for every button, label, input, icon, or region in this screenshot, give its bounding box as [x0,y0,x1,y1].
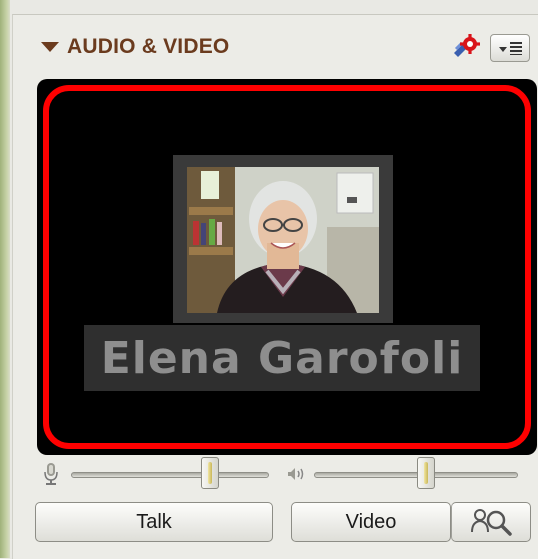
window-edge [0,0,10,558]
collapse-icon[interactable] [41,42,59,52]
participant-name: Elena Garofoli [100,332,464,384]
panel-title: AUDIO & VIDEO [67,35,230,58]
video-area: Elena Garofoli [37,79,537,455]
speaker-volume-track[interactable] [314,472,518,478]
chevron-down-icon [499,47,507,52]
speaker-volume-icon[interactable] [286,465,308,483]
speaker-volume-slider[interactable] [417,457,436,489]
talk-button[interactable]: Talk [35,502,273,542]
audio-video-panel: AUDIO & VIDEO Elena Garofoli Talk Video [12,14,538,559]
participant-tile [173,155,393,323]
participant-photo [187,167,379,313]
list-lines-icon [510,42,522,55]
participant-name-plate: Elena Garofoli [84,325,480,391]
panel-menu-button[interactable] [490,34,530,62]
microphone-volume-track[interactable] [71,472,269,478]
video-button[interactable]: Video [291,502,451,542]
video-preview-icon [471,509,512,536]
microphone-icon[interactable] [43,462,59,486]
gear-settings-icon[interactable] [451,33,481,61]
microphone-volume-slider[interactable] [200,457,219,489]
video-preview-button[interactable] [451,502,531,542]
participant-photo-image [187,167,379,313]
volume-controls [13,457,538,493]
panel-header: AUDIO & VIDEO [13,15,538,77]
